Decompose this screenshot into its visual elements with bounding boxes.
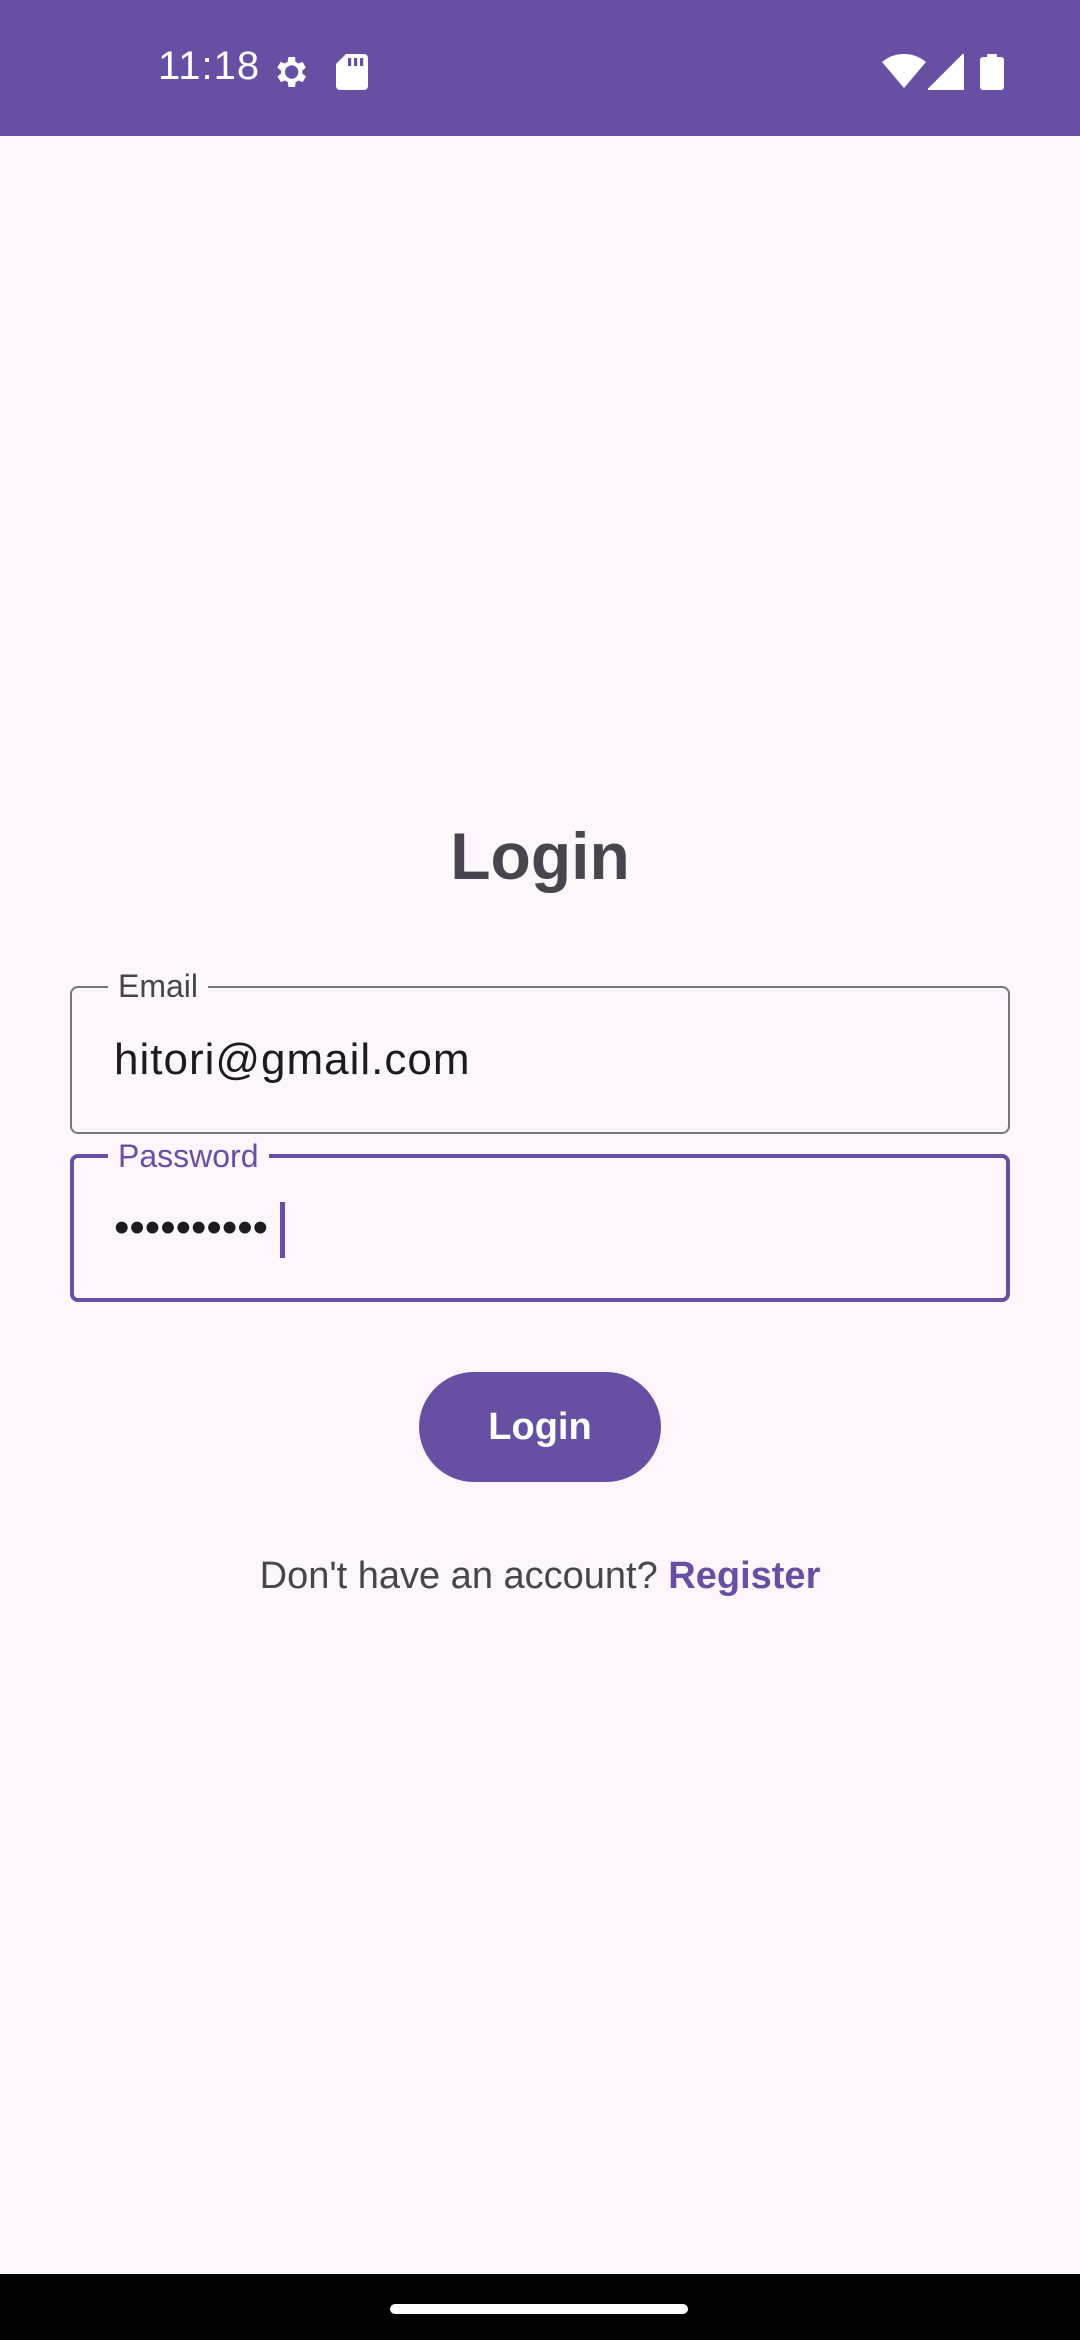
login-button[interactable]: Login	[419, 1372, 661, 1482]
email-field-value[interactable]: hitori@gmail.com	[114, 1034, 471, 1086]
battery-icon	[980, 54, 1004, 90]
register-prompt: Don't have an account?	[259, 1555, 669, 1597]
register-link[interactable]: Register	[668, 1555, 820, 1597]
text-cursor	[280, 1202, 285, 1258]
password-field-label: Password	[108, 1138, 269, 1174]
email-field[interactable]: Email hitori@gmail.com	[70, 968, 1010, 1134]
status-time: 11:18	[158, 44, 261, 88]
register-row: Don't have an account? Register	[0, 1552, 1080, 1600]
signal-icon	[928, 54, 964, 90]
wifi-icon	[882, 54, 926, 88]
status-bar: 11:18	[0, 0, 1080, 136]
login-screen: 11:18 Login Email hitori@gmail.com Passw…	[0, 0, 1080, 2340]
page-title: Login	[450, 819, 630, 893]
gear-icon	[277, 57, 306, 87]
sd-card-icon	[336, 54, 368, 90]
home-handle[interactable]	[390, 2304, 688, 2314]
email-field-label: Email	[108, 968, 209, 1004]
password-field-value[interactable]: ••••••••••	[114, 1202, 268, 1254]
password-field[interactable]: Password ••••••••••	[70, 1138, 1010, 1302]
